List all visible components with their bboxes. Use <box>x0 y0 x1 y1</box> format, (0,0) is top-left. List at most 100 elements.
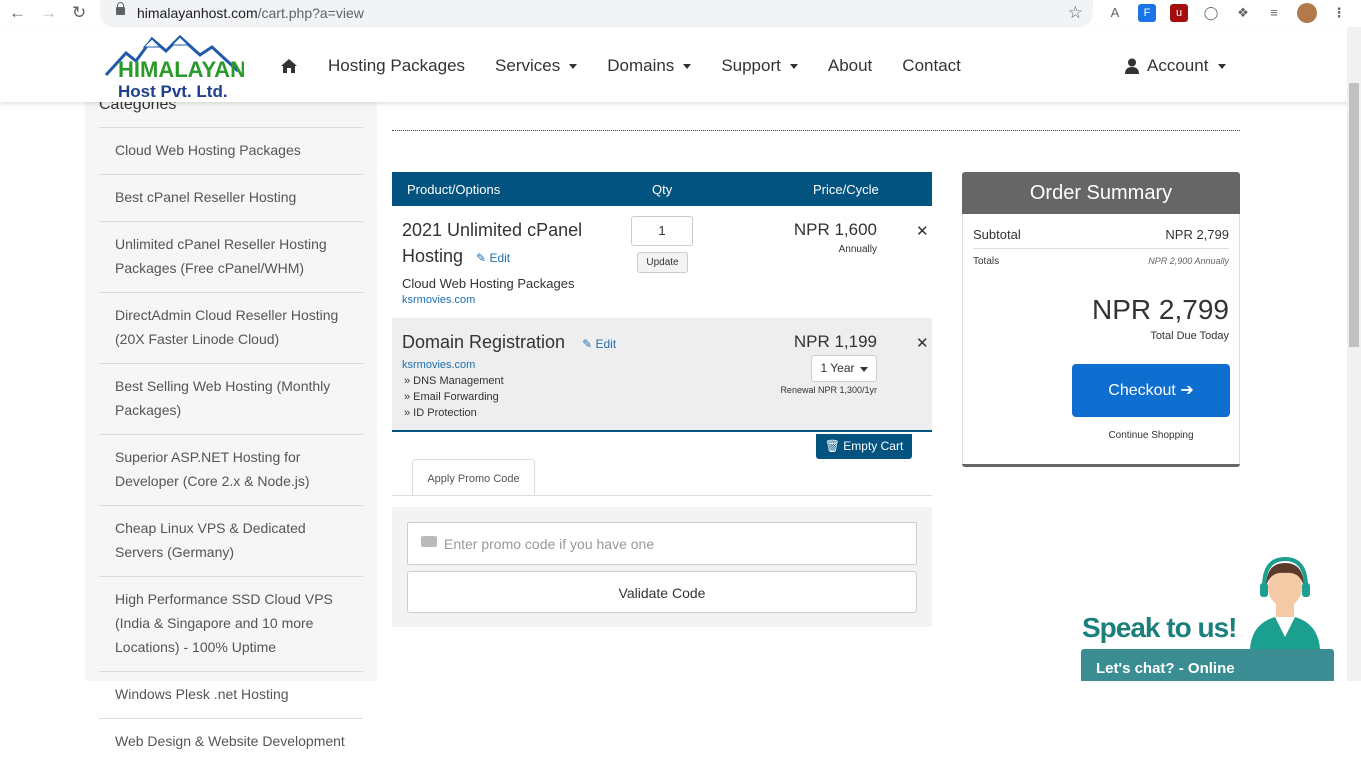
subtotal-value: NPR 2,799 <box>1165 227 1229 242</box>
main-navigation: Hosting Packages Services Domains Suppor… <box>280 56 991 76</box>
continue-shopping-link[interactable]: Continue Shopping <box>1072 430 1230 441</box>
browser-toolbar: ← → ↻ himalayanhost.com/cart.php?a=view … <box>0 0 1361 27</box>
period-select[interactable]: 1 Year <box>811 355 877 382</box>
category-item[interactable]: Cheap Linux VPS & Dedicated Servers (Ger… <box>99 505 363 576</box>
summary-body: Subtotal NPR 2,799 Totals NPR 2,900 Annu… <box>962 214 1240 464</box>
update-button[interactable]: Update <box>637 252 688 273</box>
divider <box>392 130 1240 131</box>
menu-kebab-icon[interactable]: ⋮ <box>1330 4 1348 22</box>
total-due-label: Total Due Today <box>1150 330 1229 342</box>
category-item[interactable]: Best cPanel Reseller Hosting <box>99 174 363 221</box>
product-group: Cloud Web Hosting Packages <box>402 276 575 291</box>
category-list: Cloud Web Hosting Packages Best cPanel R… <box>99 127 363 765</box>
item-price: NPR 1,600 <box>793 220 877 239</box>
category-item[interactable]: High Performance SSD Cloud VPS (India & … <box>99 576 363 671</box>
reload-icon[interactable]: ↻ <box>72 4 86 22</box>
pencil-icon: ✎ <box>582 337 593 351</box>
extensions-puzzle-icon[interactable]: ❖ <box>1234 4 1252 22</box>
product-domain: ksrmovies.com <box>402 294 476 306</box>
product-name: Domain Registration ✎ Edit <box>402 332 617 352</box>
product-domain: ksrmovies.com <box>402 359 476 371</box>
tab-apply-promo[interactable]: Apply Promo Code <box>412 459 535 496</box>
total-due-amount: NPR 2,799 <box>1092 294 1229 325</box>
category-item[interactable]: Superior ASP.NET Hosting for Developer (… <box>99 434 363 505</box>
chevron-down-icon <box>1218 63 1227 69</box>
chat-headline[interactable]: Speak to us! <box>1082 612 1237 644</box>
summary-title: Order Summary <box>962 172 1240 214</box>
remove-item-icon[interactable]: ✕ <box>916 334 929 352</box>
tab-divider <box>392 495 932 496</box>
url-text: himalayanhost.com/cart.php?a=view <box>137 5 364 21</box>
user-icon <box>1125 58 1139 74</box>
edit-link[interactable]: ✎ Edit <box>476 251 510 265</box>
item-price: NPR 1,199 <box>793 332 877 351</box>
arrow-right-icon: ➔ <box>1180 382 1194 399</box>
scrollbar-thumb[interactable] <box>1349 83 1359 347</box>
shield-icon[interactable]: ◯ <box>1202 4 1220 22</box>
ticket-icon <box>421 536 437 547</box>
addon-item: » ID Protection <box>404 407 477 419</box>
cart-header: Product/Options Qty Price/Cycle <box>392 172 932 206</box>
validate-code-button[interactable]: Validate Code <box>407 571 917 613</box>
svg-text:Host Pvt. Ltd.: Host Pvt. Ltd. <box>118 82 228 99</box>
mountain-logo-icon: HIMALAYAN Host Pvt. Ltd. <box>104 34 246 101</box>
account-menu[interactable]: Account <box>1125 56 1227 76</box>
extension-f-icon[interactable]: F <box>1138 4 1156 22</box>
addon-item: » DNS Management <box>404 375 504 387</box>
account-label: Account <box>1147 56 1209 75</box>
profile-avatar[interactable] <box>1297 3 1317 23</box>
product-name: 2021 Unlimited cPanel Hosting ✎ Edit <box>402 220 583 266</box>
trash-icon: 🗑 <box>824 439 840 453</box>
nav-domains[interactable]: Domains <box>607 56 692 76</box>
bookmark-star-icon[interactable]: ☆ <box>1068 3 1083 23</box>
lock-icon <box>116 2 125 15</box>
nav-services[interactable]: Services <box>495 56 578 76</box>
site-logo[interactable]: HIMALAYAN Host Pvt. Ltd. <box>104 31 246 101</box>
address-bar[interactable]: himalayanhost.com/cart.php?a=view ☆ <box>100 0 1093 27</box>
forward-icon[interactable]: → <box>40 4 57 22</box>
remove-item-icon[interactable]: ✕ <box>916 222 929 240</box>
cart-item-domain: Domain Registration ✎ Edit ksrmovies.com… <box>392 318 932 432</box>
order-summary: Order Summary Subtotal NPR 2,799 Totals … <box>962 172 1240 467</box>
edit-link[interactable]: ✎ Edit <box>582 337 616 351</box>
category-item[interactable]: DirectAdmin Cloud Reseller Hosting (20X … <box>99 292 363 363</box>
page-scrollbar[interactable] <box>1347 27 1361 681</box>
support-agent-icon <box>1250 557 1320 649</box>
empty-cart-button[interactable]: 🗑 Empty Cart <box>816 434 912 459</box>
nav-contact[interactable]: Contact <box>902 56 961 76</box>
chevron-down-icon <box>789 63 798 69</box>
svg-text:HIMALAYAN: HIMALAYAN <box>118 57 244 82</box>
header-price: Price/Cycle <box>813 182 879 197</box>
subtotal-label: Subtotal <box>973 227 1021 242</box>
category-item[interactable]: Unlimited cPanel Reseller Hosting Packag… <box>99 221 363 292</box>
category-item[interactable]: Best Selling Web Hosting (Monthly Packag… <box>99 363 363 434</box>
promo-code-input[interactable]: Enter promo code if you have one <box>407 522 917 565</box>
category-item[interactable]: Web Design & Website Development <box>99 718 363 765</box>
chevron-down-icon <box>569 63 578 69</box>
nav-support[interactable]: Support <box>721 56 798 76</box>
chat-status-bar[interactable]: Let's chat? - Online <box>1081 649 1334 681</box>
promo-panel: Enter promo code if you have one Validat… <box>392 507 932 627</box>
back-icon[interactable]: ← <box>9 4 26 22</box>
header-qty: Qty <box>652 182 673 197</box>
reading-list-icon[interactable]: ≡ <box>1265 4 1283 22</box>
nav-hosting-packages[interactable]: Hosting Packages <box>328 56 465 76</box>
addon-item: » Email Forwarding <box>404 391 499 403</box>
ublock-icon[interactable]: u <box>1170 4 1188 22</box>
chevron-down-icon <box>683 63 692 69</box>
billing-cycle: Annually <box>838 244 877 255</box>
pencil-icon: ✎ <box>476 251 487 265</box>
checkout-button[interactable]: Checkout ➔ <box>1072 364 1230 417</box>
totals-value: NPR 2,900 Annually <box>1148 256 1229 266</box>
nav-about[interactable]: About <box>828 56 872 76</box>
header-product: Product/Options <box>407 182 501 197</box>
quantity-input[interactable]: 1 <box>631 216 693 246</box>
summary-divider <box>973 248 1229 249</box>
home-icon[interactable] <box>280 58 298 74</box>
renewal-price: Renewal NPR 1,300/1yr <box>780 385 877 395</box>
read-aloud-icon[interactable]: A <box>1106 4 1124 22</box>
chevron-down-icon <box>859 367 868 372</box>
category-item[interactable]: Windows Plesk .net Hosting <box>99 671 363 718</box>
category-item[interactable]: Cloud Web Hosting Packages <box>99 127 363 174</box>
cart-item-hosting: 2021 Unlimited cPanel Hosting ✎ Edit Clo… <box>392 206 932 318</box>
